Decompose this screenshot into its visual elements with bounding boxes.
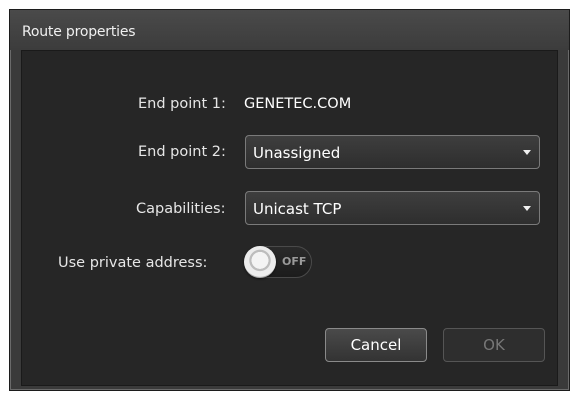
toggle-state-text: OFF (282, 255, 307, 268)
ok-button[interactable]: OK (443, 328, 545, 362)
end-point-2-label: End point 2: (138, 144, 226, 160)
dialog-body: End point 1: GENETEC.COM End point 2: Un… (21, 50, 558, 386)
end-point-2-select[interactable]: Unassigned (245, 135, 540, 169)
chevron-down-icon (523, 206, 531, 211)
toggle-knob[interactable] (244, 246, 276, 278)
end-point-1-label: End point 1: (138, 96, 226, 112)
route-properties-dialog: Route properties End point 1: GENETEC.CO… (9, 9, 570, 391)
capabilities-label: Capabilities: (136, 201, 226, 217)
capabilities-selected-value: Unicast TCP (253, 200, 342, 218)
cancel-button[interactable]: Cancel (325, 328, 427, 362)
end-point-1-value: GENETEC.COM (244, 96, 352, 112)
end-point-2-selected-value: Unassigned (253, 144, 341, 162)
private-address-toggle[interactable]: OFF (244, 246, 312, 278)
dialog-title: Route properties (22, 24, 136, 40)
capabilities-select[interactable]: Unicast TCP (245, 191, 540, 225)
dialog-titlebar: Route properties (10, 10, 569, 50)
private-address-label: Use private address: (58, 255, 208, 271)
chevron-down-icon (523, 150, 531, 155)
